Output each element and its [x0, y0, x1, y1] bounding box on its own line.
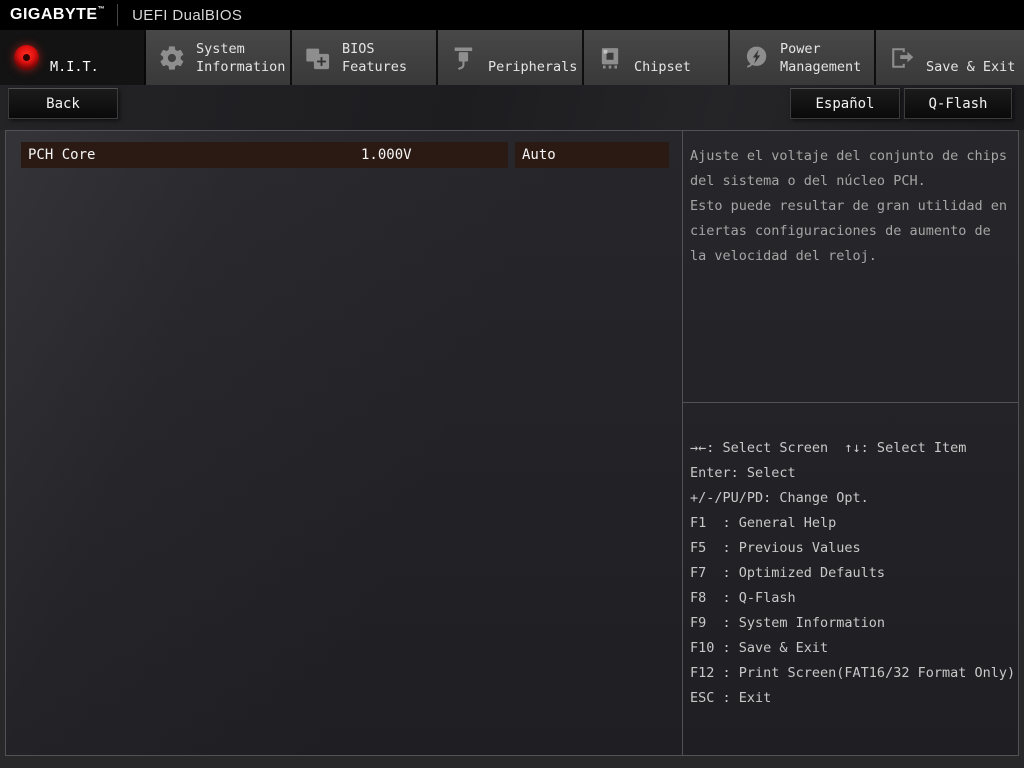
- save-exit-icon: [886, 41, 918, 75]
- tab-bios-features-label: BIOS Features: [342, 40, 408, 75]
- help-pane: Ajuste el voltaje del conjunto de chips …: [683, 131, 1018, 755]
- shortcut-list: →←: Select Screen ↑↓: Select Item Enter:…: [683, 403, 1018, 755]
- bios-setup-screen: GIGABYTE™ UEFI DualBIOS M.I.T. System In…: [0, 0, 1024, 768]
- shortcut-f9: F9 : System Information: [690, 615, 886, 631]
- tab-peripherals-label: Peripherals: [488, 58, 578, 75]
- tab-save-exit-label: Save & Exit: [926, 58, 1016, 75]
- power-bolt-icon: [740, 41, 772, 75]
- main-content-box: PCH Core 1.000V Auto Ajuste el voltaje d…: [5, 130, 1019, 756]
- tab-power-management-label: Power Management: [780, 40, 862, 75]
- back-button[interactable]: Back: [8, 88, 118, 119]
- shortcut-enter: Enter: Select: [690, 465, 796, 481]
- pch-core-option-select[interactable]: Auto: [515, 142, 669, 168]
- shortcut-esc: ESC : Exit: [690, 690, 772, 706]
- tab-bar: M.I.T. System Information BIOS Features …: [0, 30, 1024, 85]
- gigabyte-logo: GIGABYTE™: [10, 6, 105, 24]
- gigabyte-logo-text: GIGABYTE: [10, 6, 98, 23]
- shortcut-change-opt: +/-/PU/PD: Change Opt.: [690, 490, 869, 506]
- tab-power-management[interactable]: Power Management: [730, 30, 874, 85]
- chipset-icon: [594, 41, 626, 75]
- topbar-divider: [117, 4, 119, 26]
- shortcut-f10: F10 : Save & Exit: [690, 640, 829, 656]
- qflash-button[interactable]: Q-Flash: [904, 88, 1012, 119]
- shortcut-f12: F12 : Print Screen(FAT16/32 Format Only): [690, 665, 1016, 681]
- setting-voltage-value: 1.000V: [361, 147, 412, 163]
- tab-chipset[interactable]: Chipset: [584, 30, 728, 85]
- shortcut-f5: F5 : Previous Values: [690, 540, 861, 556]
- top-bar: GIGABYTE™ UEFI DualBIOS: [0, 0, 1024, 30]
- bios-title: UEFI DualBIOS: [132, 6, 243, 24]
- chip-plus-icon: [302, 41, 334, 75]
- settings-pane: PCH Core 1.000V Auto: [6, 131, 683, 755]
- tab-chipset-label: Chipset: [634, 58, 691, 75]
- tab-mit[interactable]: M.I.T.: [0, 30, 144, 85]
- tab-save-exit[interactable]: Save & Exit: [876, 30, 1024, 85]
- tab-system-information-label: System Information: [196, 40, 286, 75]
- toolbar-row: Back Español Q-Flash: [0, 85, 1024, 130]
- setting-row-pch-core: PCH Core 1.000V Auto: [21, 142, 669, 168]
- shortcut-f1: F1 : General Help: [690, 515, 837, 531]
- help-text: Ajuste el voltaje del conjunto de chips …: [683, 131, 1018, 403]
- gear-icon: [156, 41, 188, 75]
- tab-system-information[interactable]: System Information: [146, 30, 290, 85]
- tab-mit-label: M.I.T.: [50, 58, 99, 75]
- language-button[interactable]: Español: [790, 88, 900, 119]
- shortcut-f7: F7 : Optimized Defaults: [690, 565, 886, 581]
- trademark-symbol: ™: [97, 6, 106, 13]
- tab-peripherals[interactable]: Peripherals: [438, 30, 582, 85]
- setting-name: PCH Core: [28, 147, 96, 163]
- shortcut-select-screen-item: →←: Select Screen ↑↓: Select Item: [690, 440, 967, 456]
- pch-core-field[interactable]: PCH Core 1.000V: [21, 142, 508, 168]
- tab-bios-features[interactable]: BIOS Features: [292, 30, 436, 85]
- red-record-icon: [10, 41, 42, 75]
- peripheral-icon: [448, 41, 480, 75]
- shortcut-f8: F8 : Q-Flash: [690, 590, 796, 606]
